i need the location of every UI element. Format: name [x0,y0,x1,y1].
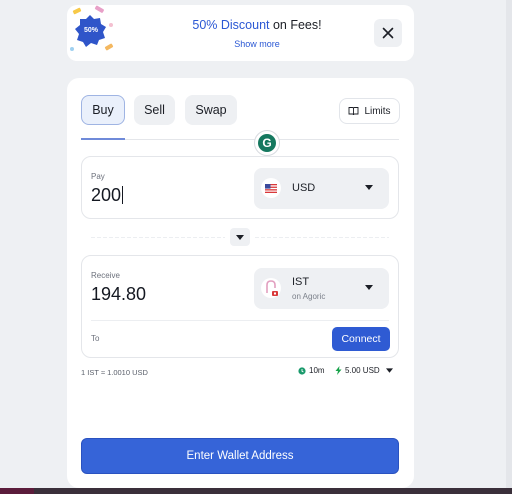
discount-badge-label: 50% [83,27,98,34]
pay-section: Pay 200 USD [81,156,399,219]
ist-token-icon [261,278,281,298]
receive-divider [91,320,389,321]
taskbar [0,488,512,494]
text-caret [122,186,124,204]
book-icon [348,107,359,116]
limits-button[interactable]: Limits [339,98,400,124]
chevron-down-icon [385,368,393,373]
enter-wallet-address-button[interactable]: Enter Wallet Address [81,438,399,474]
pay-currency-code: USD [292,182,316,194]
lightning-icon [335,366,342,375]
fee-select[interactable]: 5.00 USD [335,366,393,375]
receive-currency-code: IST [292,276,310,288]
chevron-down-icon [365,185,373,190]
eta-indicator: 10m [298,366,325,375]
grammarly-icon: G [258,134,276,152]
tab-swap[interactable]: Swap [185,95,237,125]
us-flag-icon [261,178,281,198]
close-promo-button[interactable] [374,19,402,47]
to-label: To [91,334,100,343]
swap-direction-button[interactable] [230,228,250,246]
fee-value: 5.00 USD [345,366,380,375]
grammarly-button[interactable]: G [254,130,280,156]
connect-wallet-button[interactable]: Connect [332,327,390,351]
show-more-link[interactable]: Show more [167,39,347,49]
swap-widget: Buy Sell Swap Limits G Pay 200 USD Recei… [67,78,414,488]
receive-currency-select[interactable]: IST on Agoric [254,268,389,309]
exchange-rate: 1 IST ≈ 1.0010 USD [81,368,148,377]
promo-banner: 50% 50% Discount on Fees! Show more [67,5,414,61]
promo-rest: on Fees! [269,18,322,32]
tab-buy[interactable]: Buy [81,95,125,125]
pay-label: Pay [91,172,105,181]
pay-amount-input[interactable]: 200 [91,185,124,206]
active-tab-indicator [81,138,125,140]
tab-sell[interactable]: Sell [134,95,175,125]
close-icon [382,27,394,39]
eta-value: 10m [309,366,325,375]
promo-highlight: 50% Discount [192,18,270,32]
limits-label: Limits [364,105,391,117]
chevron-down-icon [365,285,373,290]
pay-currency-select[interactable]: USD [254,168,389,209]
receive-section: Receive 194.80 IST on Agoric To Connect [81,255,399,358]
promo-text: 50% Discount on Fees! [167,18,347,32]
receive-network: on Agoric [292,292,326,301]
tab-divider [81,139,399,140]
receive-label: Receive [91,271,120,280]
clock-icon [298,366,306,375]
receive-amount: 194.80 [91,284,147,304]
pay-amount-value: 200 [91,185,122,205]
chevron-down-icon [236,234,244,240]
window-edge [506,0,512,494]
